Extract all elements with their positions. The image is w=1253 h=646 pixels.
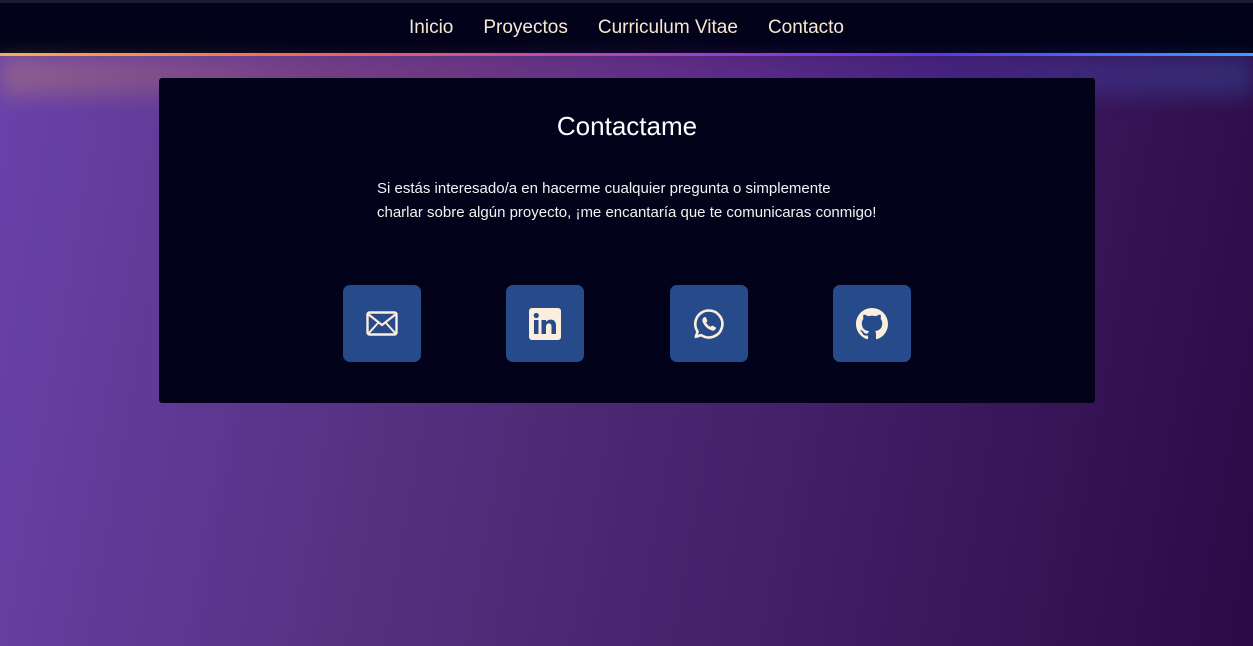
github-button[interactable] bbox=[833, 285, 911, 362]
nav-link-contacto[interactable]: Contacto bbox=[768, 17, 844, 39]
whatsapp-icon bbox=[693, 308, 725, 340]
email-button[interactable] bbox=[343, 285, 421, 362]
envelope-icon bbox=[366, 310, 398, 337]
contact-card: Contactame Si estás interesado/a en hace… bbox=[159, 78, 1095, 403]
github-icon bbox=[856, 307, 888, 340]
linkedin-button[interactable] bbox=[506, 285, 584, 362]
nav-link-proyectos[interactable]: Proyectos bbox=[483, 17, 567, 39]
top-navbar: Inicio Proyectos Curriculum Vitae Contac… bbox=[0, 0, 1253, 54]
main-nav: Inicio Proyectos Curriculum Vitae Contac… bbox=[409, 17, 844, 39]
contact-title: Contactame bbox=[556, 111, 698, 141]
contact-description: Si estás interesado/a en hacerme cualqui… bbox=[377, 180, 877, 221]
nav-link-curriculum-vitae[interactable]: Curriculum Vitae bbox=[598, 17, 738, 39]
whatsapp-button[interactable] bbox=[670, 285, 748, 362]
nav-link-inicio[interactable]: Inicio bbox=[409, 17, 453, 39]
linkedin-icon bbox=[529, 307, 561, 340]
